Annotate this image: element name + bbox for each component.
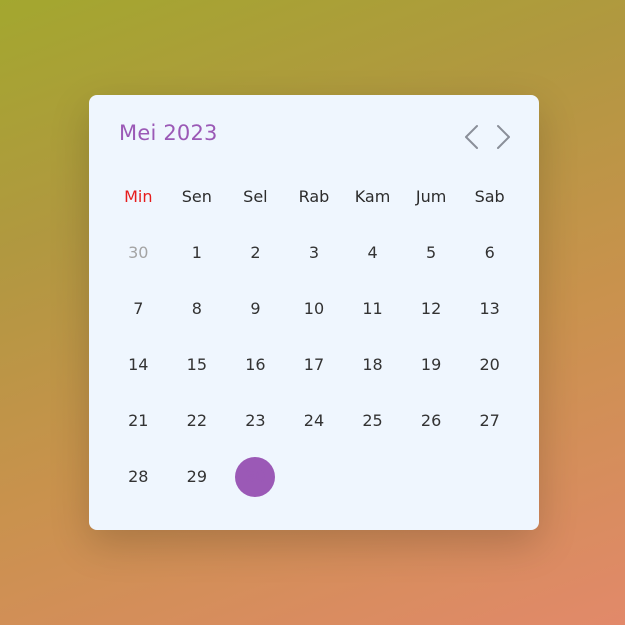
- weekday-label: Sel: [243, 187, 268, 206]
- day-number: 16: [245, 355, 266, 374]
- day-number: 28: [128, 467, 149, 486]
- day-cell-today[interactable]: 30: [226, 457, 285, 497]
- day-number: 4: [367, 243, 378, 262]
- day-number: 18: [362, 355, 383, 374]
- day-cell[interactable]: 29: [168, 457, 227, 497]
- day-cell[interactable]: 15: [168, 345, 227, 385]
- day-number: 8: [191, 299, 202, 318]
- day-cell[interactable]: 1: [168, 233, 227, 273]
- day-cell[interactable]: 18: [343, 345, 402, 385]
- month-title: Mei 2023: [119, 121, 218, 145]
- day-number: 9: [250, 299, 261, 318]
- day-cell[interactable]: 24: [285, 401, 344, 441]
- day-number: 23: [245, 411, 266, 430]
- day-cell[interactable]: 11: [343, 289, 402, 329]
- day-number: 21: [128, 411, 149, 430]
- day-number: 1: [191, 243, 202, 262]
- day-number: 29: [186, 467, 208, 486]
- day-number: 13: [479, 299, 500, 318]
- day-number: 27: [479, 411, 500, 430]
- day-cell[interactable]: 26: [402, 401, 461, 441]
- day-cell[interactable]: 9: [226, 289, 285, 329]
- day-cell[interactable]: 12: [402, 289, 461, 329]
- day-number: 17: [303, 355, 325, 374]
- day-cell[interactable]: 10: [285, 289, 344, 329]
- day-number: 30: [128, 243, 149, 262]
- day-cell[interactable]: 13: [460, 289, 519, 329]
- day-number: 7: [133, 299, 144, 318]
- day-grid: 30 1 2 3 4 5 6 7 8 9 10 11 12 13 14 15 16 17 18 19 20 21 22 23 2…: [109, 233, 519, 513]
- day-cell[interactable]: 27: [460, 401, 519, 441]
- day-cell[interactable]: 7: [109, 289, 168, 329]
- day-number: 14: [128, 355, 149, 374]
- day-number: 2: [250, 243, 261, 262]
- chevron-left-icon: [465, 125, 478, 149]
- day-number: 11: [362, 299, 383, 318]
- day-number: 20: [479, 355, 500, 374]
- weekday-label: Kam: [354, 187, 391, 206]
- weekday-header: Min Sen Sel Rab Kam Jum Sab: [109, 187, 519, 207]
- day-cell[interactable]: 25: [343, 401, 402, 441]
- day-number: 5: [426, 243, 437, 262]
- weekday-label: Sab: [474, 187, 505, 206]
- day-number: 24: [303, 411, 325, 430]
- day-number: 10: [303, 299, 325, 318]
- day-cell[interactable]: 14: [109, 345, 168, 385]
- day-number: 25: [362, 411, 383, 430]
- day-cell[interactable]: 21: [109, 401, 168, 441]
- day-number: 22: [186, 411, 208, 430]
- day-number: 15: [186, 355, 208, 374]
- day-number: 19: [420, 355, 442, 374]
- day-cell[interactable]: 4: [343, 233, 402, 273]
- day-number: 12: [420, 299, 442, 318]
- day-cell[interactable]: 3: [285, 233, 344, 273]
- day-number: 3: [308, 243, 320, 262]
- day-number: 26: [420, 411, 442, 430]
- day-number: 6: [484, 243, 495, 262]
- day-cell[interactable]: 6: [460, 233, 519, 273]
- day-cell[interactable]: 8: [168, 289, 227, 329]
- day-cell[interactable]: 5: [402, 233, 461, 273]
- prev-month-button[interactable]: [461, 123, 483, 151]
- day-cell-other-month[interactable]: 30: [109, 233, 168, 273]
- day-cell[interactable]: 17: [285, 345, 344, 385]
- chevron-right-icon: [497, 125, 510, 149]
- weekday-label: Min: [124, 187, 153, 206]
- weekday-label: Rab: [298, 187, 330, 206]
- day-cell[interactable]: 19: [402, 345, 461, 385]
- day-cell[interactable]: 20: [460, 345, 519, 385]
- weekday-label: Sen: [181, 187, 212, 206]
- day-cell[interactable]: 22: [168, 401, 227, 441]
- weekday-label: Jum: [415, 187, 447, 206]
- day-number: 30: [245, 467, 266, 486]
- day-cell[interactable]: 23: [226, 401, 285, 441]
- next-month-button[interactable]: [492, 123, 514, 151]
- day-cell[interactable]: 28: [109, 457, 168, 497]
- calendar-widget: Mei 2023 Min Sen Sel Rab Kam Jum Sab 30 1 2 3 4 5 6 7…: [89, 95, 539, 530]
- day-cell[interactable]: 2: [226, 233, 285, 273]
- day-cell[interactable]: 16: [226, 345, 285, 385]
